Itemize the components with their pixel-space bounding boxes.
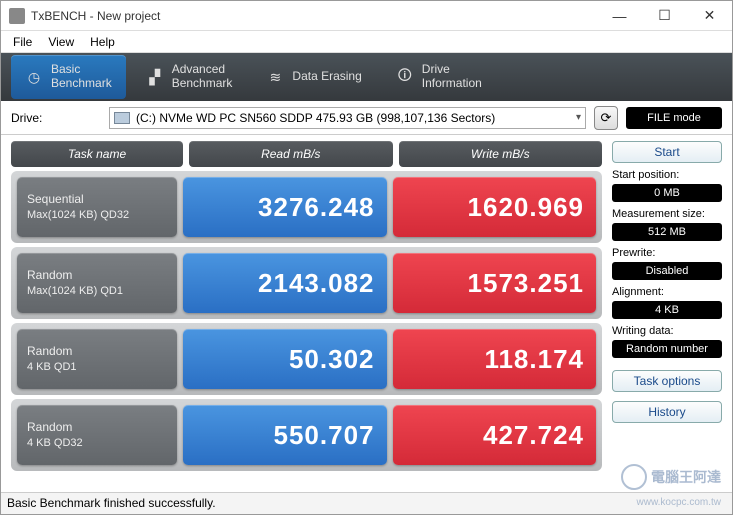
write-value: 118.174 bbox=[393, 329, 597, 389]
task-cell: Sequential Max(1024 KB) QD32 bbox=[17, 177, 177, 237]
header-row: Task name Read mB/s Write mB/s bbox=[11, 141, 602, 167]
header-write: Write mB/s bbox=[399, 141, 603, 167]
tab-label: Basic Benchmark bbox=[51, 63, 112, 91]
start-button[interactable]: Start bbox=[612, 141, 722, 163]
watermark-url: www.kocpc.com.tw bbox=[637, 497, 721, 508]
title-bar: TxBENCH - New project — ☐ ✕ bbox=[1, 1, 732, 31]
chevron-down-icon: ▾ bbox=[576, 112, 581, 123]
tab-advanced-benchmark[interactable]: ▞ Advanced Benchmark bbox=[132, 55, 247, 99]
prewrite-value[interactable]: Disabled bbox=[612, 262, 722, 280]
task-detail: 4 KB QD32 bbox=[27, 436, 167, 450]
file-mode-button[interactable]: FILE mode bbox=[626, 107, 722, 129]
start-position-value[interactable]: 0 MB bbox=[612, 184, 722, 202]
task-cell: Random Max(1024 KB) QD1 bbox=[17, 253, 177, 313]
close-button[interactable]: ✕ bbox=[687, 1, 732, 30]
clock-icon: ◷ bbox=[25, 68, 43, 86]
status-bar: Basic Benchmark finished successfully. bbox=[1, 492, 732, 514]
menu-view[interactable]: View bbox=[40, 33, 82, 51]
write-value: 427.724 bbox=[393, 405, 597, 465]
history-button[interactable]: History bbox=[612, 401, 722, 423]
tab-label: Advanced Benchmark bbox=[172, 63, 233, 91]
tab-data-erasing[interactable]: ≋ Data Erasing bbox=[252, 60, 375, 94]
tab-label: Data Erasing bbox=[292, 70, 361, 84]
measurement-size-label: Measurement size: bbox=[612, 208, 722, 220]
task-name: Sequential bbox=[27, 192, 167, 208]
drive-row: Drive: (C:) NVMe WD PC SN560 SDDP 475.93… bbox=[1, 101, 732, 135]
refresh-icon: ⟳ bbox=[601, 110, 612, 126]
task-detail: Max(1024 KB) QD1 bbox=[27, 284, 167, 298]
drive-label: Drive: bbox=[11, 111, 101, 125]
menu-help[interactable]: Help bbox=[82, 33, 123, 51]
header-task: Task name bbox=[11, 141, 183, 167]
maximize-button[interactable]: ☐ bbox=[642, 1, 687, 30]
read-value: 2143.082 bbox=[183, 253, 387, 313]
result-row: Sequential Max(1024 KB) QD32 3276.248 16… bbox=[11, 171, 602, 243]
result-row: Random Max(1024 KB) QD1 2143.082 1573.25… bbox=[11, 247, 602, 319]
chart-icon: ▞ bbox=[146, 68, 164, 86]
menu-bar: File View Help bbox=[1, 31, 732, 53]
task-name: Random bbox=[27, 420, 167, 436]
refresh-button[interactable]: ⟳ bbox=[594, 106, 618, 130]
task-cell: Random 4 KB QD32 bbox=[17, 405, 177, 465]
task-detail: Max(1024 KB) QD32 bbox=[27, 208, 167, 222]
measurement-size-value[interactable]: 512 MB bbox=[612, 223, 722, 241]
read-value: 550.707 bbox=[183, 405, 387, 465]
task-cell: Random 4 KB QD1 bbox=[17, 329, 177, 389]
start-position-label: Start position: bbox=[612, 169, 722, 181]
menu-file[interactable]: File bbox=[5, 33, 40, 51]
read-value: 50.302 bbox=[183, 329, 387, 389]
benchmark-column: Task name Read mB/s Write mB/s Sequentia… bbox=[11, 141, 602, 489]
task-name: Random bbox=[27, 344, 167, 360]
prewrite-label: Prewrite: bbox=[612, 247, 722, 259]
alignment-value[interactable]: 4 KB bbox=[612, 301, 722, 319]
task-options-button[interactable]: Task options bbox=[612, 370, 722, 392]
tab-strip: ◷ Basic Benchmark ▞ Advanced Benchmark ≋… bbox=[1, 53, 732, 101]
task-detail: 4 KB QD1 bbox=[27, 360, 167, 374]
info-icon: 🛈 bbox=[396, 68, 414, 86]
tab-label: Drive Information bbox=[422, 63, 482, 91]
tab-basic-benchmark[interactable]: ◷ Basic Benchmark bbox=[11, 55, 126, 99]
task-name: Random bbox=[27, 268, 167, 284]
alignment-label: Alignment: bbox=[612, 286, 722, 298]
write-value: 1620.969 bbox=[393, 177, 597, 237]
minimize-button[interactable]: — bbox=[597, 1, 642, 30]
app-icon bbox=[9, 8, 25, 24]
content-area: Task name Read mB/s Write mB/s Sequentia… bbox=[1, 135, 732, 489]
result-row: Random 4 KB QD1 50.302 118.174 bbox=[11, 323, 602, 395]
tab-drive-information[interactable]: 🛈 Drive Information bbox=[382, 55, 496, 99]
erase-icon: ≋ bbox=[266, 68, 284, 86]
result-row: Random 4 KB QD32 550.707 427.724 bbox=[11, 399, 602, 471]
window-title: TxBENCH - New project bbox=[31, 9, 597, 23]
drive-select[interactable]: (C:) NVMe WD PC SN560 SDDP 475.93 GB (99… bbox=[109, 107, 586, 129]
read-value: 3276.248 bbox=[183, 177, 387, 237]
writing-data-label: Writing data: bbox=[612, 325, 722, 337]
write-value: 1573.251 bbox=[393, 253, 597, 313]
header-read: Read mB/s bbox=[189, 141, 393, 167]
writing-data-value[interactable]: Random number bbox=[612, 340, 722, 358]
drive-selected-text: (C:) NVMe WD PC SN560 SDDP 475.93 GB (99… bbox=[136, 111, 495, 125]
side-panel: Start Start position: 0 MB Measurement s… bbox=[612, 141, 722, 489]
disk-icon bbox=[114, 112, 130, 124]
